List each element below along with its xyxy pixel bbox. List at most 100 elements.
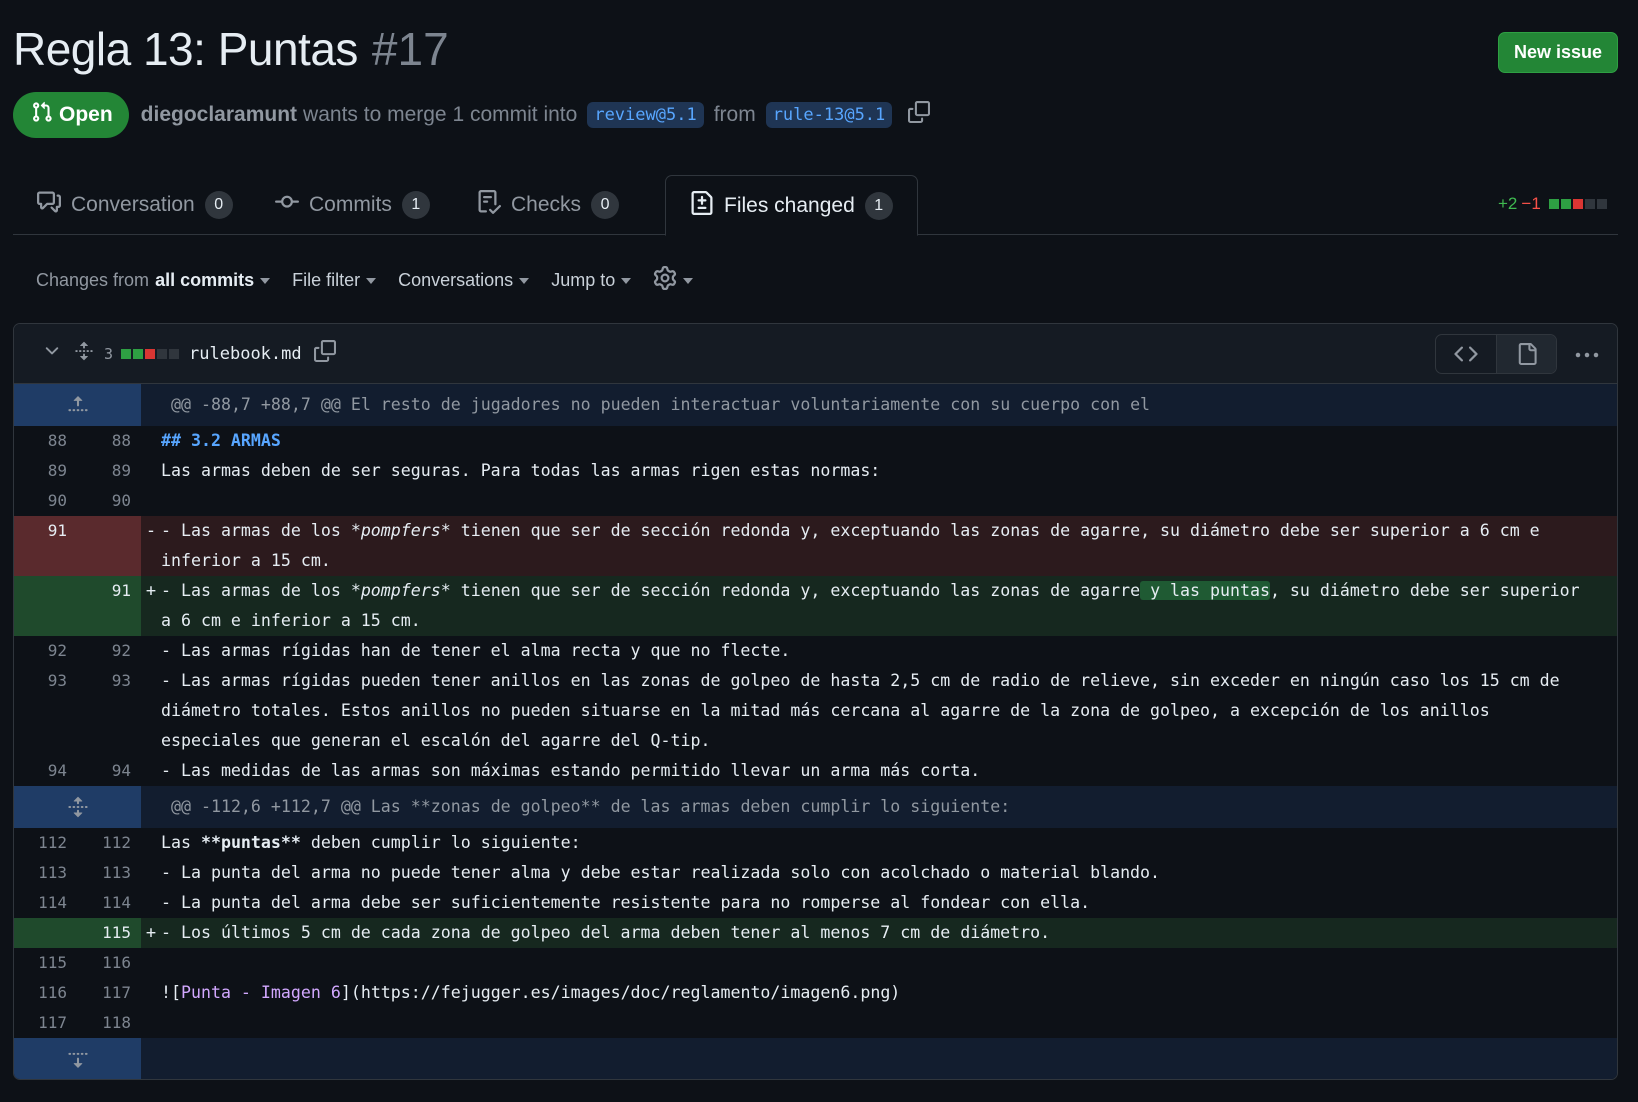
conversations-dropdown[interactable]: Conversations (398, 270, 530, 291)
tab-commits-count: 1 (401, 191, 430, 219)
tab-files-changed[interactable]: Files changed 1 (665, 175, 918, 236)
file-header: 3 rulebook.md (14, 324, 1617, 384)
diff-line: 116 117 ![Punta - Imagen 6](https://feju… (14, 978, 1617, 1008)
old-line-number[interactable]: 112 (14, 828, 77, 858)
chevron-down-icon (683, 277, 694, 284)
comment-discussion-icon (37, 190, 61, 220)
diff-line: 94 94 - Las medidas de las armas son máx… (14, 756, 1617, 786)
diff-line: 115 116 (14, 948, 1617, 978)
file-change-count: 3 (104, 344, 114, 363)
line-content: Las **puntas** deben cumplir lo siguient… (161, 833, 581, 852)
changes-from-dropdown[interactable]: Changes from all commits (36, 270, 271, 291)
deletions-count: −1 (1521, 194, 1541, 213)
tab-files-changed-count: 1 (864, 191, 893, 220)
copy-icon[interactable] (313, 340, 336, 367)
old-line-number[interactable]: 89 (14, 456, 77, 486)
tab-conversation-count: 0 (204, 191, 233, 219)
hunk-header: @@ -112,6 +112,7 @@ Las **zonas de golpe… (14, 786, 1617, 828)
view-toggle (1435, 334, 1557, 374)
new-line-number[interactable]: 88 (77, 426, 141, 456)
new-line-number[interactable]: 116 (77, 948, 141, 978)
diff-table: @@ -88,7 +88,7 @@ El resto de jugadores … (14, 384, 1617, 1079)
line-content: - La punta del arma debe ser suficientem… (161, 893, 1091, 912)
new-line-number[interactable]: 112 (77, 828, 141, 858)
chevron-down-icon (621, 277, 632, 284)
merge-text: wants to merge 1 commit into (303, 103, 578, 126)
line-content (161, 486, 1617, 516)
author-link[interactable]: diegoclaramunt (141, 103, 297, 127)
line-content (161, 1008, 1617, 1038)
tab-conversation-label: Conversation (71, 193, 195, 216)
new-line-number[interactable]: 118 (77, 1008, 141, 1038)
expand-down-button[interactable] (14, 1038, 141, 1079)
diff-line: 112 112 Las **puntas** deben cumplir lo … (14, 828, 1617, 858)
tab-commits-label: Commits (309, 193, 392, 216)
kebab-horizontal-icon[interactable] (1575, 348, 1599, 366)
commit-icon (275, 190, 299, 220)
hunk-header-text: @@ -88,7 +88,7 @@ El resto de jugadores … (171, 395, 1151, 414)
old-line-number[interactable]: 114 (14, 888, 77, 918)
tab-conversation[interactable]: Conversation 0 (13, 175, 257, 235)
diff-line: 89 89 Las armas deben de ser seguras. Pa… (14, 456, 1617, 486)
chevron-down-icon (260, 277, 271, 284)
tab-checks-label: Checks (511, 193, 582, 216)
jump-to-label: Jump to (551, 270, 616, 290)
new-line-number[interactable]: 117 (77, 978, 141, 1008)
settings-dropdown[interactable] (653, 266, 694, 295)
rich-view-button[interactable] (1496, 335, 1556, 373)
new-line-number[interactable]: 115 (77, 918, 141, 948)
line-content: - Las armas rígidas pueden tener anillos… (161, 671, 1570, 750)
old-line-number[interactable]: 93 (14, 666, 77, 756)
copy-icon[interactable] (908, 101, 931, 129)
file-filter-dropdown[interactable]: File filter (292, 270, 377, 291)
new-line-number[interactable]: 89 (77, 456, 141, 486)
old-line-number (14, 918, 77, 948)
merge-description: diegoclaramunt wants to merge 1 commit i… (141, 101, 931, 129)
new-line-number[interactable]: 113 (77, 858, 141, 888)
base-branch[interactable]: review@5.1 (587, 102, 704, 128)
line-content: ![Punta - Imagen 6](https://fejugger.es/… (161, 983, 901, 1002)
chevron-down-icon[interactable] (42, 341, 62, 366)
conversations-label: Conversations (398, 270, 514, 290)
new-issue-button[interactable]: New issue (1498, 32, 1618, 73)
diff-line: 114 114 - La punta del arma debe ser suf… (14, 888, 1617, 918)
old-line-number[interactable]: 92 (14, 636, 77, 666)
diff-line: 117 118 (14, 1008, 1617, 1038)
line-content: - Las medidas de las armas son máximas e… (161, 761, 981, 780)
new-line-number[interactable]: 114 (77, 888, 141, 918)
new-line-number[interactable]: 94 (77, 756, 141, 786)
old-line-number[interactable]: 113 (14, 858, 77, 888)
diff-toolbar: Changes from all commits File filter Con… (36, 266, 715, 295)
pull-request-icon (31, 101, 53, 129)
expand-all-icon[interactable] (74, 341, 94, 366)
line-content: - Las armas de los *pompfers* tienen que… (161, 581, 1590, 630)
old-line-number[interactable]: 115 (14, 948, 77, 978)
tab-checks[interactable]: Checks 0 (453, 175, 643, 235)
old-line-number[interactable]: 90 (14, 486, 77, 516)
new-line-number[interactable]: 93 (77, 666, 141, 756)
line-content: ## 3.2 ARMAS (161, 431, 281, 450)
old-line-number[interactable]: 91 (14, 516, 77, 576)
expand-both-button[interactable] (14, 786, 141, 828)
old-line-number[interactable]: 88 (14, 426, 77, 456)
jump-to-dropdown[interactable]: Jump to (551, 270, 632, 291)
new-line-number[interactable]: 92 (77, 636, 141, 666)
code-view-button[interactable] (1436, 335, 1496, 373)
expand-up-button[interactable] (14, 384, 141, 426)
open-state-label: Open (59, 103, 113, 126)
from-text: from (713, 103, 756, 126)
new-line-number[interactable]: 90 (77, 486, 141, 516)
old-line-number[interactable]: 117 (14, 1008, 77, 1038)
line-content (161, 948, 1617, 978)
hunk-footer (14, 1038, 1617, 1079)
fold-down-icon (67, 1052, 88, 1068)
diff-line: 90 90 (14, 486, 1617, 516)
head-branch[interactable]: rule-13@5.1 (765, 102, 893, 128)
tab-commits[interactable]: Commits 1 (251, 175, 454, 235)
old-line-number[interactable]: 116 (14, 978, 77, 1008)
line-content: - Las armas rígidas han de tener el alma… (161, 641, 791, 660)
file-name[interactable]: rulebook.md (189, 344, 302, 364)
new-line-number[interactable]: 91 (77, 576, 141, 636)
diffstat-bar (1548, 199, 1607, 209)
old-line-number[interactable]: 94 (14, 756, 77, 786)
